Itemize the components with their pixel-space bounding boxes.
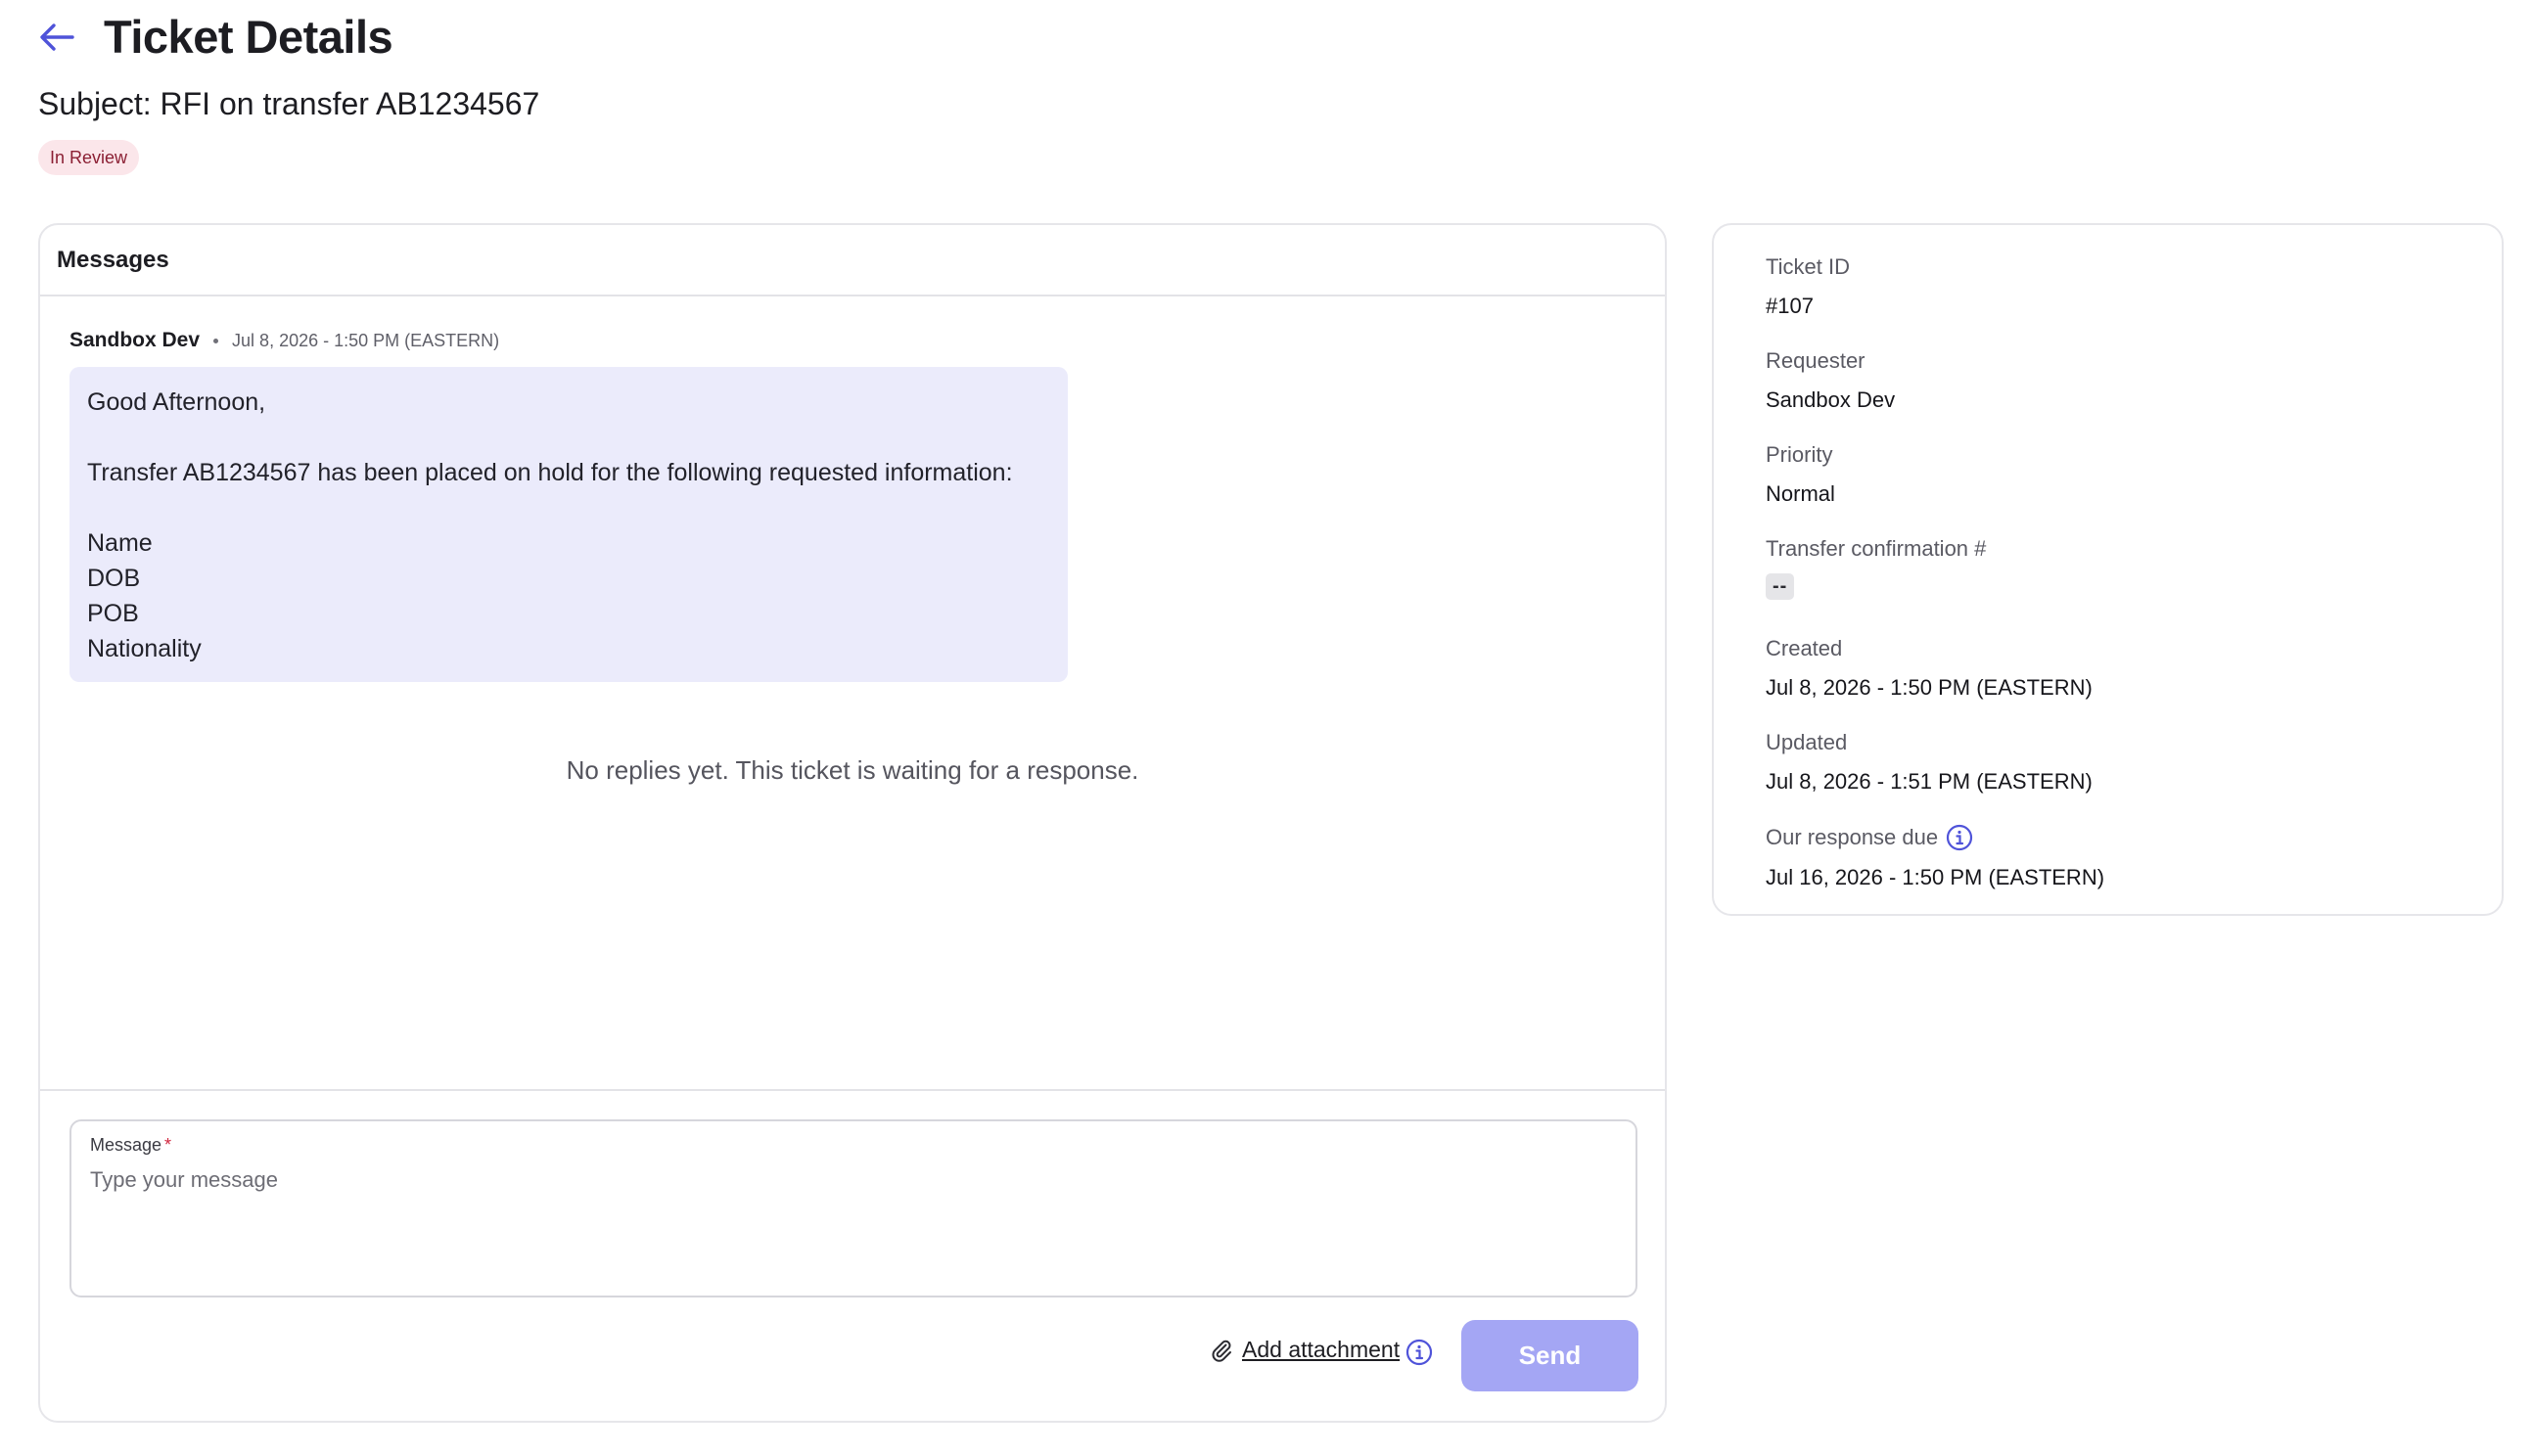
messages-header: Messages: [40, 225, 1665, 296]
field-created: Created Jul 8, 2026 - 1:50 PM (EASTERN): [1766, 636, 2093, 701]
message-label: Message *: [90, 1135, 172, 1155]
messages-panel: Messages Sandbox Dev Jul 8, 2026 - 1:50 …: [38, 223, 1667, 1423]
field-label: Priority: [1766, 442, 1833, 467]
field-priority: Priority Normal: [1766, 442, 1835, 507]
info-icon: [1947, 824, 1973, 851]
page-title: Ticket Details: [104, 11, 393, 63]
add-attachment-button[interactable]: Add attachment: [1211, 1337, 1400, 1363]
field-value: Jul 8, 2026 - 1:51 PM (EASTERN): [1766, 769, 2093, 794]
empty-value-chip: --: [1766, 573, 1795, 600]
message-author: Sandbox Dev: [69, 329, 201, 351]
field-label: Transfer confirmation #: [1766, 536, 1987, 561]
field-label: Requester: [1766, 348, 1865, 373]
message-field[interactable]: Message *: [69, 1119, 1637, 1297]
field-value: Jul 8, 2026 - 1:50 PM (EASTERN): [1766, 675, 2093, 700]
field-value: Sandbox Dev: [1766, 387, 1896, 412]
message-bubble: Good Afternoon, Transfer AB1234567 has b…: [69, 367, 1068, 682]
response-due-info-icon[interactable]: [1946, 824, 1973, 851]
message-input[interactable]: [90, 1167, 1617, 1275]
ticket-subject: Subject: RFI on transfer AB1234567: [38, 86, 540, 121]
message-line-item: Name: [87, 529, 153, 557]
info-icon: [1405, 1339, 1433, 1366]
status-badge: In Review: [38, 140, 140, 175]
field-ticket-id: Ticket ID #107: [1766, 254, 1850, 319]
message-line-item: DOB: [87, 565, 141, 592]
field-label: Our response due: [1766, 824, 2104, 851]
message-line-item: POB: [87, 600, 139, 627]
attachment-info-icon[interactable]: [1405, 1339, 1433, 1371]
paperclip-icon: [1212, 1340, 1231, 1362]
separator-dot: [213, 338, 219, 343]
field-value: Jul 16, 2026 - 1:50 PM (EASTERN): [1766, 865, 2105, 889]
message-line-item: Nationality: [87, 635, 202, 662]
field-value: #107: [1766, 294, 1814, 318]
field-label: Updated: [1766, 730, 1848, 754]
add-attachment-label[interactable]: Add attachment: [1242, 1337, 1400, 1363]
message-timestamp: Jul 8, 2026 - 1:50 PM (EASTERN): [232, 330, 500, 350]
messages-title: Messages: [57, 246, 169, 273]
field-requester: Requester Sandbox Dev: [1766, 348, 1895, 413]
back-button[interactable]: [37, 18, 76, 57]
page-header: Ticket Details: [37, 10, 393, 64]
field-label: Ticket ID: [1766, 254, 1850, 279]
message-meta: Sandbox Dev Jul 8, 2026 - 1:50 PM (EASTE…: [69, 329, 499, 352]
field-value: Normal: [1766, 481, 1835, 506]
send-button[interactable]: Send: [1461, 1320, 1638, 1391]
field-label: Created: [1766, 636, 1843, 660]
required-mark: *: [164, 1135, 172, 1155]
message-line-greeting: Good Afternoon,: [87, 388, 266, 416]
empty-state-text: No replies yet. This ticket is waiting f…: [566, 755, 1139, 785]
ticket-details-panel: Ticket ID #107 Requester Sandbox Dev Pri…: [1712, 223, 2504, 916]
message-line-body: Transfer AB1234567 has been placed on ho…: [87, 459, 1013, 486]
arrow-left-icon: [40, 23, 74, 51]
field-transfer-confirmation: Transfer confirmation # --: [1766, 536, 1986, 600]
compose-divider: [40, 1089, 1665, 1091]
field-response-due: Our response due Jul 16, 2026 - 1:50 PM …: [1766, 824, 2104, 890]
field-updated: Updated Jul 8, 2026 - 1:51 PM (EASTERN): [1766, 730, 2093, 795]
